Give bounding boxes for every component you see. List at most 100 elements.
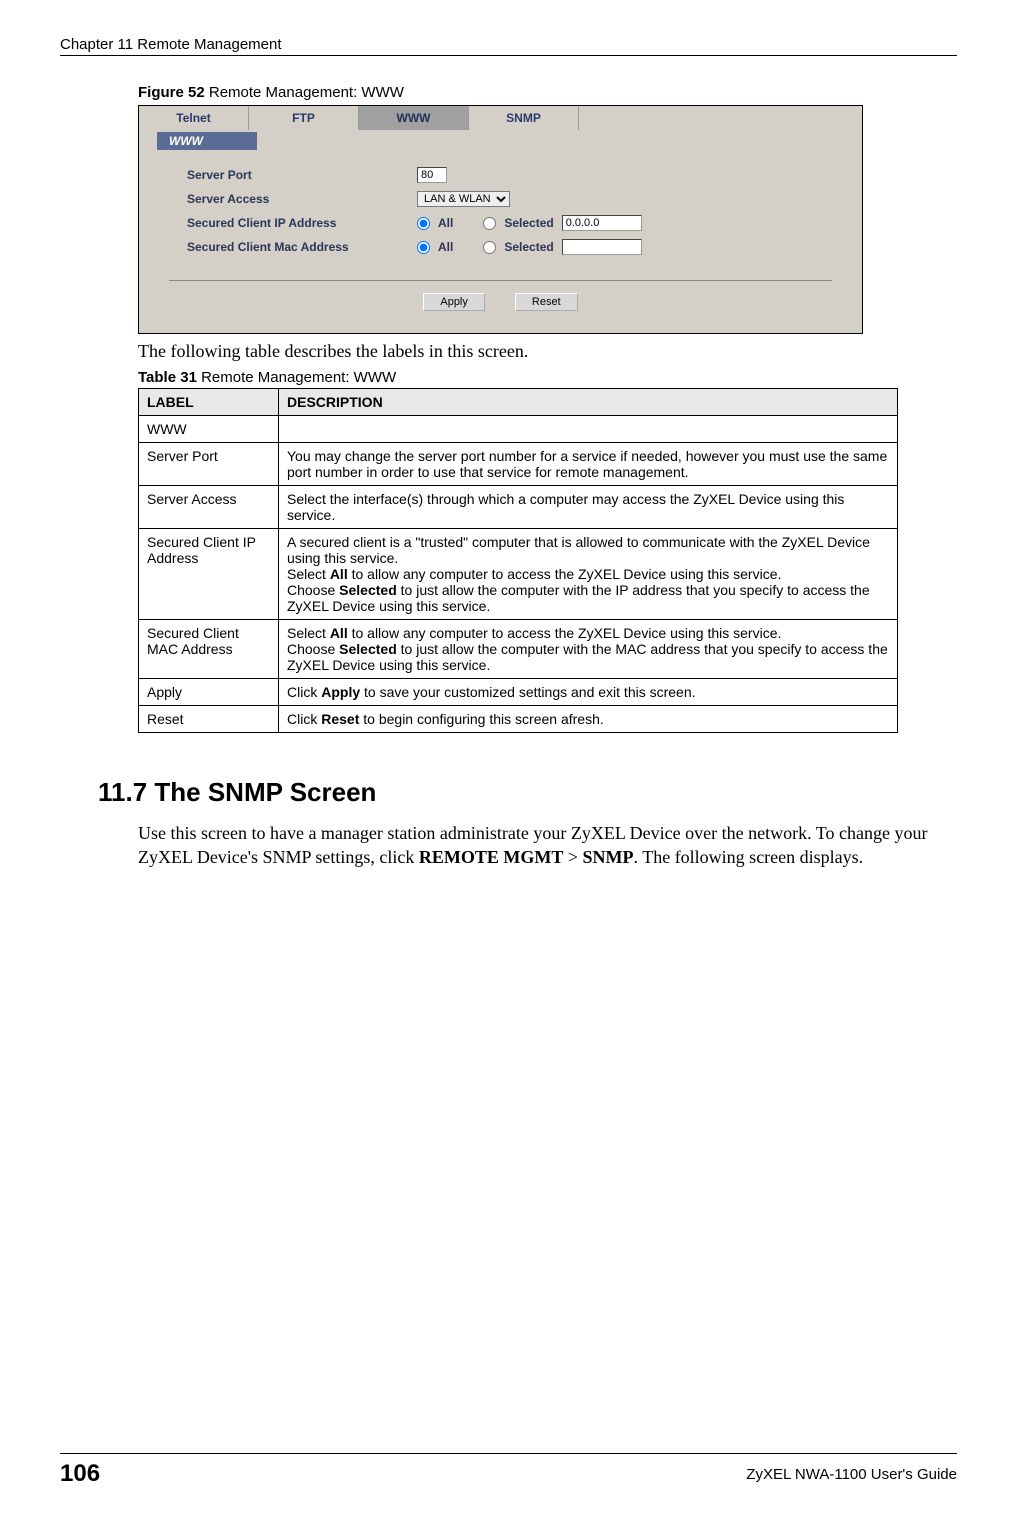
cell-desc: Select the interface(s) through which a … xyxy=(279,486,898,529)
cell-desc: Select All to allow any computer to acce… xyxy=(279,620,898,679)
screenshot-www: Telnet FTP WWW SNMP WWW Server Port Serv… xyxy=(138,105,863,334)
label-secured-ip: Secured Client IP Address xyxy=(187,216,417,230)
tab-ftp-label: FTP xyxy=(292,111,315,125)
table-row: Secured Client IP Address A secured clie… xyxy=(139,529,898,620)
desc-bold: All xyxy=(330,566,348,582)
body-text: . The following screen displays. xyxy=(634,847,864,867)
desc-text: Click xyxy=(287,711,321,727)
row-secured-ip: Secured Client IP Address All Selected xyxy=(187,212,832,234)
cell-desc xyxy=(279,416,898,443)
cell-label: Secured Client IP Address xyxy=(139,529,279,620)
table-row: Apply Click Apply to save your customize… xyxy=(139,679,898,706)
section-title: The SNMP Screen xyxy=(147,777,376,807)
figure-title: Remote Management: WWW xyxy=(205,84,404,101)
table-row: Server Port You may change the server po… xyxy=(139,443,898,486)
chapter-title: Chapter 11 Remote Management xyxy=(60,36,282,53)
desc-bold: Selected xyxy=(339,582,397,598)
body-bold: REMOTE MGMT xyxy=(419,847,564,867)
desc-text: Choose xyxy=(287,641,339,657)
cell-desc: Click Apply to save your customized sett… xyxy=(279,679,898,706)
table-row: Reset Click Reset to begin configuring t… xyxy=(139,706,898,733)
table-label: Table 31 xyxy=(138,369,197,386)
table-caption: Table 31 Remote Management: WWW xyxy=(138,369,937,386)
body-text: > xyxy=(563,847,582,867)
desc-text: to begin configuring this screen afresh. xyxy=(359,711,603,727)
desc-text: to save your customized settings and exi… xyxy=(360,684,695,700)
table-header-row: LABEL DESCRIPTION xyxy=(139,389,898,416)
tab-telnet[interactable]: Telnet xyxy=(139,106,249,130)
panel: WWW Server Port Server Access LAN & WLAN xyxy=(139,132,862,333)
secured-mac-selected-label: Selected xyxy=(504,240,553,254)
tabs-spacer xyxy=(579,106,862,130)
secured-mac-radio-all[interactable] xyxy=(417,241,430,254)
table-row: WWW xyxy=(139,416,898,443)
secured-mac-input[interactable] xyxy=(562,239,642,255)
cell-label: WWW xyxy=(139,416,279,443)
desc-bold: Selected xyxy=(339,641,397,657)
secured-mac-radio-selected[interactable] xyxy=(483,241,496,254)
label-secured-mac: Secured Client Mac Address xyxy=(187,240,417,254)
table-title: Remote Management: WWW xyxy=(197,369,396,386)
tab-snmp-label: SNMP xyxy=(506,111,541,125)
row-server-port: Server Port xyxy=(187,164,832,186)
tab-www-label: WWW xyxy=(397,111,431,125)
secured-ip-input[interactable] xyxy=(562,215,642,231)
table-head-desc: DESCRIPTION xyxy=(279,389,898,416)
tab-www[interactable]: WWW xyxy=(359,106,469,130)
page-header: Chapter 11 Remote Management xyxy=(60,36,957,56)
label-server-port: Server Port xyxy=(187,168,417,182)
desc-text: Select xyxy=(287,625,330,641)
button-row: Apply Reset xyxy=(139,293,862,323)
secured-ip-radio-selected[interactable] xyxy=(483,217,496,230)
body-bold: SNMP xyxy=(583,847,634,867)
tabs-row: Telnet FTP WWW SNMP xyxy=(139,106,862,130)
label-server-access: Server Access xyxy=(187,192,417,206)
secured-ip-radio-all[interactable] xyxy=(417,217,430,230)
page-footer: 106 ZyXEL NWA-1100 User's Guide xyxy=(60,1453,957,1488)
cell-label: Reset xyxy=(139,706,279,733)
cell-label: Apply xyxy=(139,679,279,706)
server-access-select[interactable]: LAN & WLAN xyxy=(417,191,510,207)
table-head-label: LABEL xyxy=(139,389,279,416)
desc-text: Select xyxy=(287,566,330,582)
section-number: 11.7 xyxy=(98,777,147,807)
page-number: 106 xyxy=(60,1460,100,1488)
desc-bold: Apply xyxy=(321,684,360,700)
cell-label: Server Port xyxy=(139,443,279,486)
desc-text: to allow any computer to access the ZyXE… xyxy=(348,625,782,641)
desc-text: Click xyxy=(287,684,321,700)
cell-desc: A secured client is a "trusted" computer… xyxy=(279,529,898,620)
section-heading: 11.7 The SNMP Screen xyxy=(98,777,937,808)
desc-bold: Reset xyxy=(321,711,359,727)
secured-ip-selected-label: Selected xyxy=(504,216,553,230)
desc-text: A secured client is a "trusted" computer… xyxy=(287,534,870,566)
desc-text: to allow any computer to access the ZyXE… xyxy=(348,566,782,582)
table-row: Server Access Select the interface(s) th… xyxy=(139,486,898,529)
secured-mac-all-label: All xyxy=(438,240,453,254)
server-port-input[interactable] xyxy=(417,167,447,183)
desc-text: Choose xyxy=(287,582,339,598)
row-server-access: Server Access LAN & WLAN xyxy=(187,188,832,210)
cell-label: Secured Client MAC Address xyxy=(139,620,279,679)
description-table: LABEL DESCRIPTION WWW Server Port You ma… xyxy=(138,388,898,733)
divider xyxy=(169,280,832,281)
apply-button[interactable]: Apply xyxy=(423,293,485,311)
cell-desc: You may change the server port number fo… xyxy=(279,443,898,486)
row-secured-mac: Secured Client Mac Address All Selected xyxy=(187,236,832,258)
cell-label: Server Access xyxy=(139,486,279,529)
intro-text: The following table describes the labels… xyxy=(138,340,937,363)
desc-bold: All xyxy=(330,625,348,641)
secured-ip-all-label: All xyxy=(438,216,453,230)
table-row: Secured Client MAC Address Select All to… xyxy=(139,620,898,679)
tab-telnet-label: Telnet xyxy=(176,111,210,125)
panel-header: WWW xyxy=(157,132,257,150)
form-area: Server Port Server Access LAN & WLAN Sec… xyxy=(139,150,862,266)
footer-guide: ZyXEL NWA-1100 User's Guide xyxy=(746,1466,957,1483)
cell-desc: Click Reset to begin configuring this sc… xyxy=(279,706,898,733)
tab-snmp[interactable]: SNMP xyxy=(469,106,579,130)
section-body: Use this screen to have a manager statio… xyxy=(138,822,937,869)
reset-button[interactable]: Reset xyxy=(515,293,578,311)
figure-caption: Figure 52 Remote Management: WWW xyxy=(138,84,937,101)
figure-label: Figure 52 xyxy=(138,84,205,101)
tab-ftp[interactable]: FTP xyxy=(249,106,359,130)
